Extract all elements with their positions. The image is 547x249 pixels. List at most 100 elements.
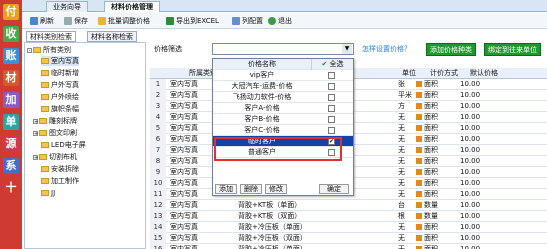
tab-material-price[interactable]: 材料价格管理 [104, 1, 160, 12]
sidebar-button[interactable]: 材 [3, 70, 19, 86]
sidebar-button[interactable]: 系 [3, 158, 19, 174]
tree-node-label: 户外喷绘 [51, 93, 79, 101]
delete-button[interactable]: 删除 [240, 184, 262, 194]
tree-node[interactable]: 室内写真 [41, 56, 79, 66]
folder-icon [41, 190, 49, 196]
pricing-mode-label: 面积 [424, 124, 438, 132]
tab-category-search[interactable]: 材料类别检索 [26, 31, 76, 42]
tree-node[interactable]: - 所有类别 [27, 45, 71, 55]
category-cell: 室内写真 [170, 212, 198, 220]
folder-icon [41, 82, 49, 88]
grid-header-cell[interactable]: 计价方式 [430, 68, 458, 79]
exit-button[interactable]: 退出 [268, 15, 292, 27]
list-item[interactable]: vip客户 [213, 70, 353, 81]
expander-icon[interactable]: + [33, 118, 38, 124]
tab-label: 业务向导 [53, 3, 81, 11]
mode-marker-icon [416, 180, 422, 186]
export-excel-button[interactable]: 导出到EXCEL [166, 15, 219, 27]
list-item[interactable]: 客户C-价格 [213, 125, 353, 136]
tree-node[interactable]: 临时新增 [41, 68, 79, 78]
sidebar-button[interactable]: 收 [3, 26, 19, 42]
tree-node[interactable]: 旗帜条幅 [41, 104, 79, 114]
expander-icon[interactable]: - [27, 47, 32, 53]
add-button[interactable]: 添加 [215, 184, 237, 194]
default-price-cell: 10.00 [460, 91, 481, 99]
tree-node[interactable]: 加工制作 [41, 176, 79, 186]
name-cell: 背胶+KT板（双面） [238, 212, 302, 220]
row-number: 6 [150, 134, 166, 145]
list-item[interactable]: 客户B-价格 [213, 114, 353, 125]
tab-business-guide[interactable]: 业务向导 [46, 1, 88, 12]
tree-node[interactable]: + 雕刻标牌 [33, 116, 77, 126]
help-link[interactable]: 怎样设置价格？ [362, 44, 411, 55]
list-item[interactable]: 飞扬动力软件-价格 [213, 92, 353, 103]
tree-node[interactable]: + 图文印刷 [33, 128, 77, 138]
mode-marker-icon [416, 114, 422, 120]
add-price-type-button[interactable]: 添加价格种类 [426, 43, 476, 56]
pricing-mode-label: 数量 [424, 212, 438, 220]
chevron-down-icon[interactable]: ▼ [342, 44, 352, 54]
list-item[interactable]: 大冠汽车-运费-价格 [213, 81, 353, 92]
pricing-mode-label: 面积 [424, 179, 438, 187]
tree-node[interactable]: 户外写真 [41, 80, 79, 90]
expander-icon[interactable]: + [33, 154, 38, 160]
default-price-cell: 10.00 [460, 124, 481, 132]
tree-node[interactable]: 安装拆除 [41, 164, 79, 174]
list-item[interactable]: 客户A-价格 [213, 103, 353, 114]
table-row[interactable]: 13 室内写真 背胶+KT板（双面）根数量 10.00 [150, 211, 547, 222]
pricing-mode-cell: 数量 [416, 200, 456, 211]
tree-node[interactable]: 户外喷绘 [41, 92, 79, 102]
tree-node-label: JJ [51, 189, 56, 197]
check-icon: ✔ [321, 60, 330, 68]
table-row[interactable]: 12 室内写真 背胶+KT板（单面）台数量 10.00 [150, 200, 547, 211]
toolbar: 刷新 保存 批量调整价格 导出到EXCEL 列配置 退出 [22, 13, 547, 29]
refresh-icon [30, 17, 38, 25]
sidebar-button[interactable]: 单 [3, 114, 19, 130]
table-row[interactable]: 16 室内写真 背胶+冷压板（单面）无面积 10.00 [150, 244, 547, 249]
sidebar-button[interactable]: 源 [3, 136, 19, 152]
sidebar-button[interactable]: 付 [3, 4, 19, 20]
expander-icon[interactable]: + [33, 130, 38, 136]
exit-label: 退出 [278, 17, 292, 25]
column-config-button[interactable]: 列配置 [232, 15, 263, 27]
tree-node[interactable]: LED电子屏 [41, 140, 86, 150]
default-price-cell: 10.00 [460, 223, 481, 231]
default-price-cell: 10.00 [460, 201, 481, 209]
select-checkbox[interactable] [328, 94, 335, 101]
grid-header-cell[interactable]: 单位 [396, 68, 422, 79]
table-row[interactable]: 15 室内写真 背胶+冷压板（双面）无面积 10.00 [150, 233, 547, 244]
default-price-cell: 10.00 [460, 168, 481, 176]
price-filter-select[interactable]: ▼ [212, 43, 354, 55]
refresh-button[interactable]: 刷新 [30, 15, 54, 27]
select-checkbox[interactable] [328, 127, 335, 134]
mode-marker-icon [416, 158, 422, 164]
pricing-mode-cell: 面积 [416, 178, 456, 189]
sidebar-button[interactable]: 账 [3, 48, 19, 64]
tab-name-search[interactable]: 材料名称检索 [87, 31, 137, 42]
folder-icon [41, 142, 49, 148]
tree-node[interactable]: JJ [41, 188, 55, 198]
select-checkbox[interactable] [328, 105, 335, 112]
table-row[interactable]: 14 室内写真 背胶+冷压板（单面）无面积 10.00 [150, 222, 547, 233]
default-price-cell: 10.00 [460, 80, 481, 88]
sidebar-button[interactable]: 十 [3, 180, 19, 196]
row-number: 2 [150, 90, 166, 101]
select-checkbox[interactable] [328, 83, 335, 90]
batch-adjust-button[interactable]: 批量调整价格 [98, 15, 150, 27]
row-number: 11 [150, 189, 166, 200]
tree-node[interactable]: + 切割布机 [33, 152, 77, 162]
price-name-label: 客户C-价格 [244, 126, 280, 134]
pricing-mode-label: 面积 [424, 157, 438, 165]
sidebar-button[interactable]: 加 [3, 92, 19, 108]
bind-to-unit-button[interactable]: 绑定到往来单位 [484, 43, 541, 56]
grid-header-cell[interactable]: 默认价格 [458, 68, 510, 79]
select-checkbox[interactable] [328, 72, 335, 79]
select-checkbox[interactable] [328, 116, 335, 123]
grid-header-cell[interactable] [150, 68, 166, 79]
col-select-all[interactable]: ✔ 全选 [311, 59, 353, 70]
ok-button[interactable]: 确定 [319, 184, 349, 194]
pricing-mode-label: 面积 [424, 190, 438, 198]
save-button[interactable]: 保存 [64, 15, 88, 27]
default-price-cell: 10.00 [460, 135, 481, 143]
edit-button[interactable]: 修改 [265, 184, 287, 194]
